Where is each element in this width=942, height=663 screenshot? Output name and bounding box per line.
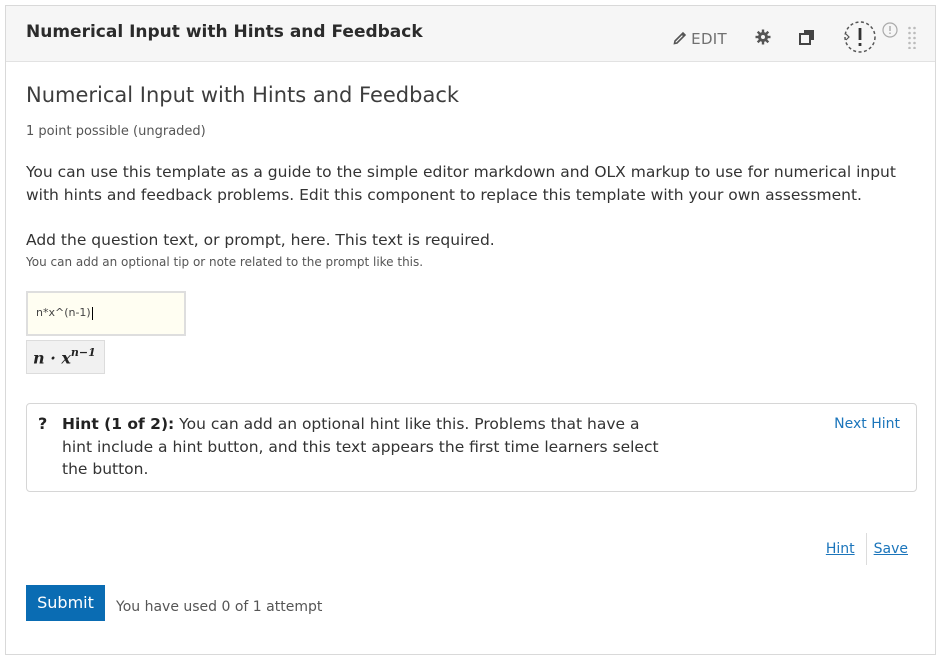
problem-action-links: Hint Save [826, 533, 908, 565]
edit-label: EDIT [691, 30, 727, 48]
gear-icon [755, 29, 771, 49]
answer-value: n*x^(n-1) [36, 306, 91, 319]
question-prompt: Add the question text, or prompt, here. … [26, 231, 495, 249]
numerical-answer-input[interactable]: n*x^(n-1) [26, 291, 186, 336]
text-caret [91, 306, 93, 320]
settings-button[interactable] [755, 29, 771, 49]
warning-visibility-icon [843, 20, 877, 58]
submit-button[interactable]: Submit [26, 585, 105, 621]
edit-button[interactable]: EDIT [673, 30, 727, 49]
hint-label: Hint (1 of 2): [62, 415, 175, 433]
visibility-button[interactable] [843, 20, 898, 58]
prompt-tip: You can add an optional tip or note rela… [26, 255, 424, 269]
link-divider [865, 533, 867, 565]
pencil-icon [673, 30, 687, 49]
header-actions: EDIT [673, 20, 917, 58]
preview-base: n · x [33, 348, 71, 368]
question-mark-icon: ? [38, 414, 48, 433]
attempts-count: You have used 0 of 1 attempt [116, 599, 323, 615]
drag-handle-button[interactable] [907, 25, 917, 53]
submit-row: Submit You have used 0 of 1 attempt [26, 585, 322, 621]
problem-content: Numerical Input with Hints and Feedback … [26, 81, 918, 621]
save-button[interactable]: Save [874, 541, 908, 557]
xblock-header: Numerical Input with Hints and Feedback … [6, 6, 935, 62]
copy-icon [799, 29, 815, 49]
info-icon [882, 22, 898, 42]
hint-panel: ? Hint (1 of 2): You can add an optional… [26, 403, 917, 492]
hint-text: Hint (1 of 2): You can add an optional h… [62, 413, 662, 481]
duplicate-button[interactable] [799, 29, 815, 49]
problem-intro: You can use this template as a guide to … [26, 163, 896, 204]
points-possible: 1 point possible (ungraded) [26, 124, 206, 139]
next-hint-button[interactable]: Next Hint [834, 416, 900, 432]
problem-title: Numerical Input with Hints and Feedback [26, 83, 460, 107]
hint-button[interactable]: Hint [826, 541, 855, 557]
problem-xblock: Numerical Input with Hints and Feedback … [5, 5, 936, 655]
drag-handle-icon [907, 25, 917, 53]
preview-exponent: n−1 [70, 346, 96, 359]
math-preview: n · xn−1 [26, 340, 105, 375]
header-title: Numerical Input with Hints and Feedback [26, 22, 423, 42]
